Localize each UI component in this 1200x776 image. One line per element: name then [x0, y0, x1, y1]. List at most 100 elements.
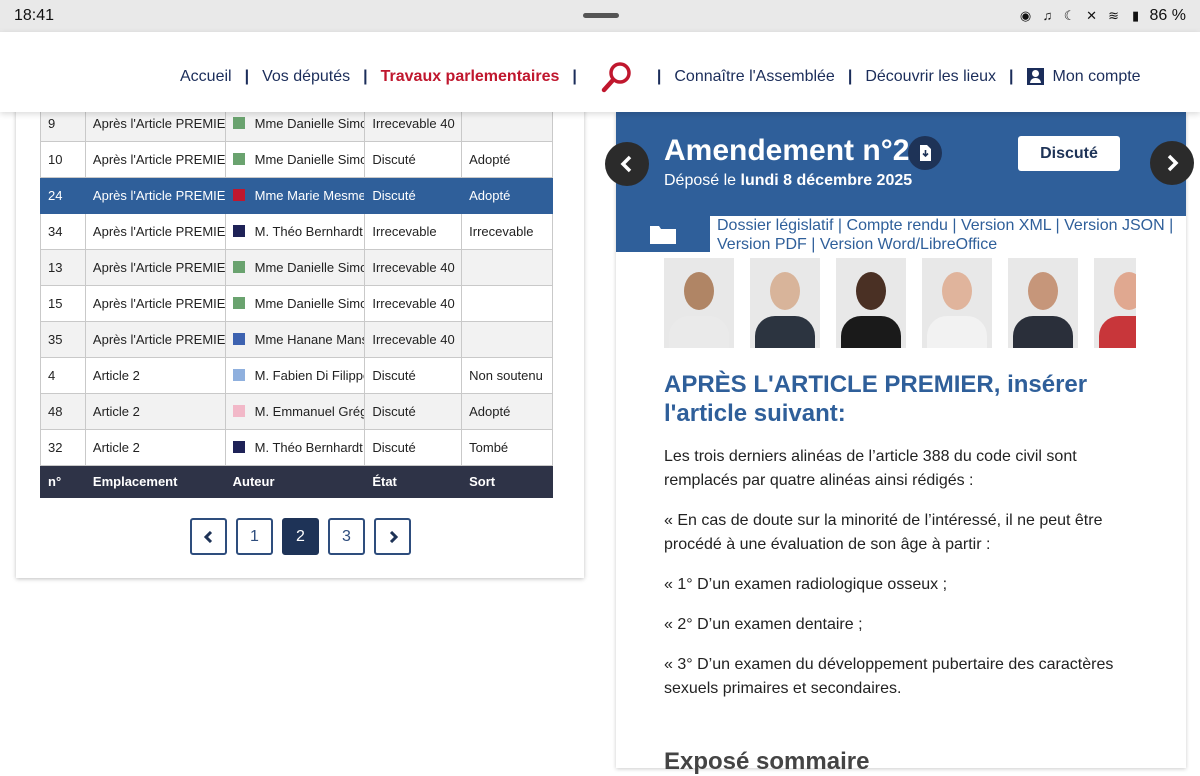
table-header-row: n° Emplacement Auteur État Sort: [40, 465, 553, 498]
amendment-state: Discuté: [364, 177, 463, 214]
amendment-location: Après l'Article PREMIER: [84, 213, 226, 250]
page-2-button[interactable]: 2: [282, 518, 319, 555]
amendment-state: Discuté: [364, 141, 463, 178]
deputy-photo[interactable]: [836, 258, 906, 348]
amendment-outcome: Irrecevable: [461, 213, 553, 250]
chevron-left-icon: [620, 155, 632, 173]
amendment-author: M. Théo Bernhardt: [224, 429, 366, 466]
previous-amendment-button[interactable]: [605, 142, 649, 186]
amendment-outcome: Non soutenu: [461, 357, 553, 394]
amendment-state: Irrecevable 40: [364, 285, 463, 322]
prev-page-button[interactable]: [190, 518, 227, 555]
group-color-icon: [232, 153, 245, 165]
amendment-number: 15: [40, 285, 86, 322]
amendment-outcome: Adopté: [461, 393, 553, 430]
amendment-number: 35: [40, 321, 86, 358]
amendment-paragraph: « 1° D’un examen radiologique osseux ;: [664, 576, 948, 593]
amendment-state: Discuté: [364, 429, 463, 466]
table-row[interactable]: 24 Après l'Article PREMIER Mme Marie Mesme…: [40, 177, 553, 214]
document-links-bar: Dossier législatif | Compte rendu | Vers…: [616, 216, 1186, 254]
amendment-title: Amendement n°24: [664, 134, 927, 167]
nav-decouvrir-lieux[interactable]: Découvrir les lieux: [865, 68, 996, 86]
search-icon[interactable]: [600, 60, 634, 94]
nav-connaitre-assemblee[interactable]: Connaître l'Assemblée: [674, 68, 834, 86]
group-color-icon: [232, 189, 245, 201]
amendment-number: 32: [40, 429, 86, 466]
column-header[interactable]: Emplacement: [84, 465, 226, 498]
amendment-outcome: [461, 249, 553, 286]
deputy-photo[interactable]: [922, 258, 992, 348]
amendment-number: 13: [40, 249, 86, 286]
amendment-state: Discuté: [364, 393, 463, 430]
chevron-left-icon: [203, 530, 212, 543]
nav-accueil[interactable]: Accueil: [180, 68, 232, 86]
amendment-number: 10: [40, 141, 86, 178]
headphones-icon: ♫: [1042, 8, 1053, 23]
nav-mon-compte[interactable]: Mon compte: [1026, 68, 1141, 86]
column-header[interactable]: État: [364, 465, 463, 498]
expose-sommaire-heading: Exposé sommaire: [664, 748, 870, 775]
top-navigation: Accueil | Vos députés | Travaux parlemen…: [0, 32, 1200, 112]
amendment-author: M. Théo Bernhardt: [224, 213, 366, 250]
table-row[interactable]: 15 Après l'Article PREMIER Mme Danielle Si…: [40, 285, 553, 322]
group-color-icon: [232, 225, 245, 237]
amendment-location: Après l'Article PREMIER: [84, 285, 226, 322]
amendment-state: Irrecevable: [364, 213, 463, 250]
group-color-icon: [232, 297, 245, 309]
amendment-number: 24: [40, 177, 86, 214]
table-row[interactable]: 4 Article 2 M. Fabien Di Filippo Discuté Non…: [40, 357, 553, 394]
document-links[interactable]: Dossier législatif | Compte rendu | Vers…: [717, 216, 1177, 254]
pagination: 1 2 3: [190, 518, 411, 555]
amendment-paragraph: « En cas de doute sur la minorité de l’i…: [664, 512, 1103, 553]
group-color-icon: [232, 441, 245, 453]
column-header[interactable]: Sort: [461, 465, 553, 498]
pdf-download-icon[interactable]: [908, 136, 942, 170]
amendment-location: Article 2: [84, 429, 226, 466]
table-row[interactable]: 32 Article 2 M. Théo Bernhardt Discuté Tombé: [40, 429, 553, 466]
table-row[interactable]: 35Après l'Article PREMIERMme Hanane Mans…: [40, 321, 553, 358]
status-button[interactable]: Discuté: [1018, 136, 1120, 171]
amendment-outcome: [461, 321, 553, 358]
amendments-list-card: 9 Après l'Article PREMIER Mme Danielle Sim…: [16, 100, 584, 578]
amendment-location: Après l'Article PREMIER: [84, 141, 226, 178]
group-color-icon: [232, 405, 245, 417]
chevron-right-icon: [1167, 154, 1179, 172]
amendment-deposit-date: Déposé le lundi 8 décembre 2025: [664, 172, 913, 189]
amendment-location: Après l'Article PREMIER: [84, 249, 226, 286]
page-3-button[interactable]: 3: [328, 518, 365, 555]
nav-vos-deputes[interactable]: Vos députés: [262, 68, 350, 86]
nav-travaux-parlementaires[interactable]: Travaux parlementaires: [381, 68, 560, 86]
table-row[interactable]: 34 Après l'Article PREMIER M. Théo Bernhar…: [40, 213, 553, 250]
amendment-state: Irrecevable 40: [364, 249, 463, 286]
deputy-photo[interactable]: [1094, 258, 1136, 348]
amendment-author: Mme Marie Mesmeur: [224, 177, 366, 214]
group-color-icon: [232, 261, 245, 273]
drag-handle[interactable]: [583, 13, 619, 18]
folder-icon[interactable]: [616, 216, 710, 252]
amendment-number: 34: [40, 213, 86, 250]
group-color-icon: [232, 333, 245, 345]
deputy-photo[interactable]: [664, 258, 734, 348]
column-header[interactable]: n°: [40, 465, 86, 498]
page-1-button[interactable]: 1: [236, 518, 273, 555]
battery-level: 86 %: [1149, 7, 1186, 24]
next-amendment-button[interactable]: [1150, 141, 1194, 185]
eye-icon: ◉: [1019, 8, 1032, 23]
status-time: 18:41: [14, 7, 55, 24]
moon-icon: ☾: [1063, 8, 1076, 23]
table-row[interactable]: 10 Après l'Article PREMIER Mme Danielle Si…: [40, 141, 553, 178]
amendment-outcome: Adopté: [461, 141, 553, 178]
status-icons: ◉ ♫ ☾ ✕ ≋ ▮ 86 %: [1018, 7, 1186, 25]
amendment-outcome: Adopté: [461, 177, 553, 214]
amendment-outcome: [461, 285, 553, 322]
next-page-button[interactable]: [374, 518, 411, 555]
amendment-header: Amendement n°24 Déposé le lundi 8 décemb…: [616, 112, 1186, 216]
column-header[interactable]: Auteur: [224, 465, 366, 498]
amendment-author: Mme Hanane Mansouri: [224, 321, 366, 358]
mute-icon: ✕: [1086, 8, 1097, 23]
table-row[interactable]: 48Article 2M. Emmanuel GrégoireDiscutéAd…: [40, 393, 553, 430]
deputy-photo[interactable]: [750, 258, 820, 348]
wifi-icon: ≋: [1108, 8, 1119, 23]
deputy-photo[interactable]: [1008, 258, 1078, 348]
table-row[interactable]: 13 Après l'Article PREMIER Mme Danielle Si…: [40, 249, 553, 286]
